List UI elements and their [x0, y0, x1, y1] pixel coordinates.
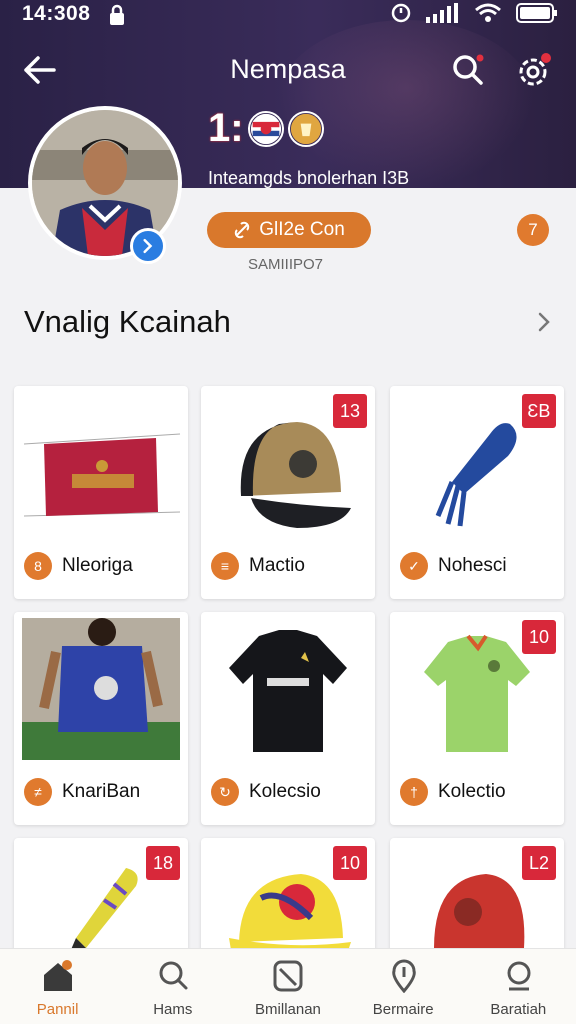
location-icon: [391, 959, 416, 993]
nav-item-home[interactable]: Pannil: [0, 949, 115, 1024]
item-card-black-jersey[interactable]: ↻ Kolecsio: [201, 612, 375, 825]
item-name: Kolectio: [438, 781, 506, 802]
item-label: ✓ Nohesci: [400, 552, 507, 580]
follow-button[interactable]: GlI2e Con: [207, 212, 371, 248]
item-card-cap[interactable]: 13 ≡ Mactio: [201, 386, 375, 599]
top-bar: Nempasa: [0, 44, 576, 96]
home-icon: [44, 960, 72, 991]
block-icon: [273, 960, 303, 992]
item-name: Kolecsio: [249, 781, 321, 802]
item-name: KnariBan: [62, 781, 141, 802]
search-icon: [159, 961, 188, 990]
scarf-image: [23, 433, 181, 517]
nav-label: Bmillanan: [255, 1001, 321, 1018]
settings-gear-icon[interactable]: [512, 48, 556, 92]
profile-handle: SAMIIIPO7: [248, 256, 324, 273]
item-badge: 10: [333, 846, 367, 880]
nav-label: Bermaire: [372, 1001, 434, 1018]
battery-icon: [516, 3, 557, 23]
signal-icon: [426, 3, 458, 23]
category-icon: †: [400, 778, 428, 806]
item-badge: 18: [146, 846, 180, 880]
link-icon: [234, 221, 250, 239]
profile-subtitle: Inteamgds bnolerhan I3B: [208, 168, 410, 188]
page-title: Nempasa: [230, 54, 346, 84]
chevron-right-icon[interactable]: [532, 308, 556, 336]
item-name: Nohesci: [438, 555, 507, 576]
lock-icon: [110, 4, 124, 25]
item-card-green-jersey[interactable]: 10 † Kolectio: [390, 612, 564, 825]
item-label: ↻ Kolecsio: [211, 778, 321, 806]
chat-icon: [507, 961, 531, 991]
item-badge: 10: [522, 620, 556, 654]
black-jersey-image: [229, 630, 347, 752]
item-badge: ƐB: [522, 394, 556, 428]
category-icon: 8: [24, 552, 52, 580]
item-badge: L2: [522, 846, 556, 880]
player-back-image: [22, 618, 180, 760]
section-title: Vnalig Kcainah: [24, 304, 231, 339]
alarm-icon: [391, 3, 411, 23]
verified-badge-icon: [130, 228, 166, 264]
score-text: 1:: [208, 106, 244, 150]
notification-button[interactable]: 7: [517, 214, 549, 246]
nav-item-chat[interactable]: Baratiah: [461, 949, 576, 1024]
nav-item-block[interactable]: Bmillanan: [230, 949, 345, 1024]
item-name: Nleorigа: [62, 555, 133, 576]
item-label: ≡ Mactio: [211, 552, 305, 580]
category-icon: ↻: [211, 778, 239, 806]
team-crest-icon: [287, 110, 324, 147]
team-flag-icon: [247, 110, 284, 147]
nav-item-location[interactable]: Bermaire: [346, 949, 461, 1024]
match-score: 1:: [208, 106, 324, 151]
nav-item-search[interactable]: Hams: [115, 949, 230, 1024]
item-card-scarf[interactable]: 8 Nleorigа: [14, 386, 188, 599]
status-time: 14:308: [22, 2, 91, 25]
nav-label: Baratiah: [490, 1001, 547, 1018]
category-icon: ≡: [211, 552, 239, 580]
item-label: 8 Nleorigа: [24, 552, 133, 580]
item-label: ≠ KnariBan: [24, 778, 140, 806]
item-badge: 13: [333, 394, 367, 428]
category-icon: ≠: [24, 778, 52, 806]
item-card-pennant[interactable]: ƐB ✓ Nohesci: [390, 386, 564, 599]
nav-label: Pannil: [36, 1001, 79, 1018]
item-card-player-jersey[interactable]: ≠ KnariBan: [14, 612, 188, 825]
category-icon: ✓: [400, 552, 428, 580]
wifi-icon: [475, 3, 501, 22]
bottom-navigation: Pannil Hams Bmillanan Bermaire Baratiah: [0, 948, 576, 1024]
search-icon[interactable]: [448, 50, 488, 90]
status-bar: 14:308: [0, 0, 576, 28]
nav-label: Hams: [153, 1001, 193, 1018]
item-name: Mactio: [249, 555, 305, 576]
item-label: † Kolectio: [400, 778, 506, 806]
notification-count: 7: [528, 220, 538, 239]
follow-button-label: GlI2e Con: [259, 219, 345, 240]
